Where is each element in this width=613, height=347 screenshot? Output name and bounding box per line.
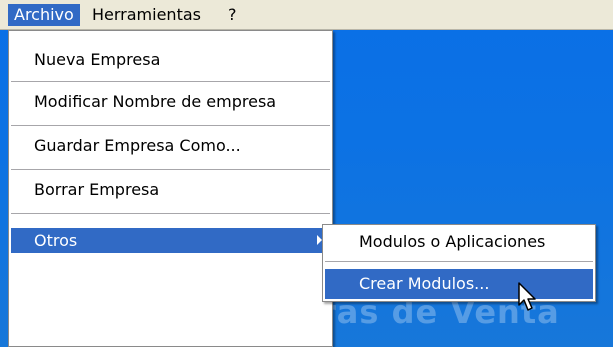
menu-separator (11, 125, 330, 127)
menu-separator (11, 169, 330, 171)
menu-separator (11, 213, 330, 215)
menu-archivo[interactable]: Archivo (8, 4, 80, 26)
menu-bar: Archivo Herramientas ? (0, 0, 613, 30)
menu-item-otros[interactable]: Otros (11, 228, 330, 253)
menu-item-nueva-empresa[interactable]: Nueva Empresa (11, 45, 330, 75)
menu-item-modificar-nombre[interactable]: Modificar Nombre de empresa (11, 87, 330, 117)
submenu-item-crear-modulos[interactable]: Crear Modulos... (325, 269, 593, 299)
menu-separator (11, 81, 330, 83)
menu-item-borrar-empresa[interactable]: Borrar Empresa (11, 175, 330, 205)
menu-help[interactable]: ? (222, 4, 243, 26)
menu-item-guardar-empresa-como[interactable]: Guardar Empresa Como... (11, 131, 330, 161)
menu-herramientas[interactable]: Herramientas (86, 4, 207, 26)
mouse-cursor-icon (518, 282, 536, 311)
submenu-item-modulos-aplicaciones[interactable]: Modulos o Aplicaciones (325, 227, 593, 257)
otros-submenu: Modulos o Aplicaciones Crear Modulos... (322, 224, 596, 302)
menu-item-otros-label: Otros (34, 231, 78, 250)
archivo-dropdown-menu: Nueva Empresa Modificar Nombre de empres… (8, 30, 333, 347)
menu-separator (325, 261, 593, 263)
